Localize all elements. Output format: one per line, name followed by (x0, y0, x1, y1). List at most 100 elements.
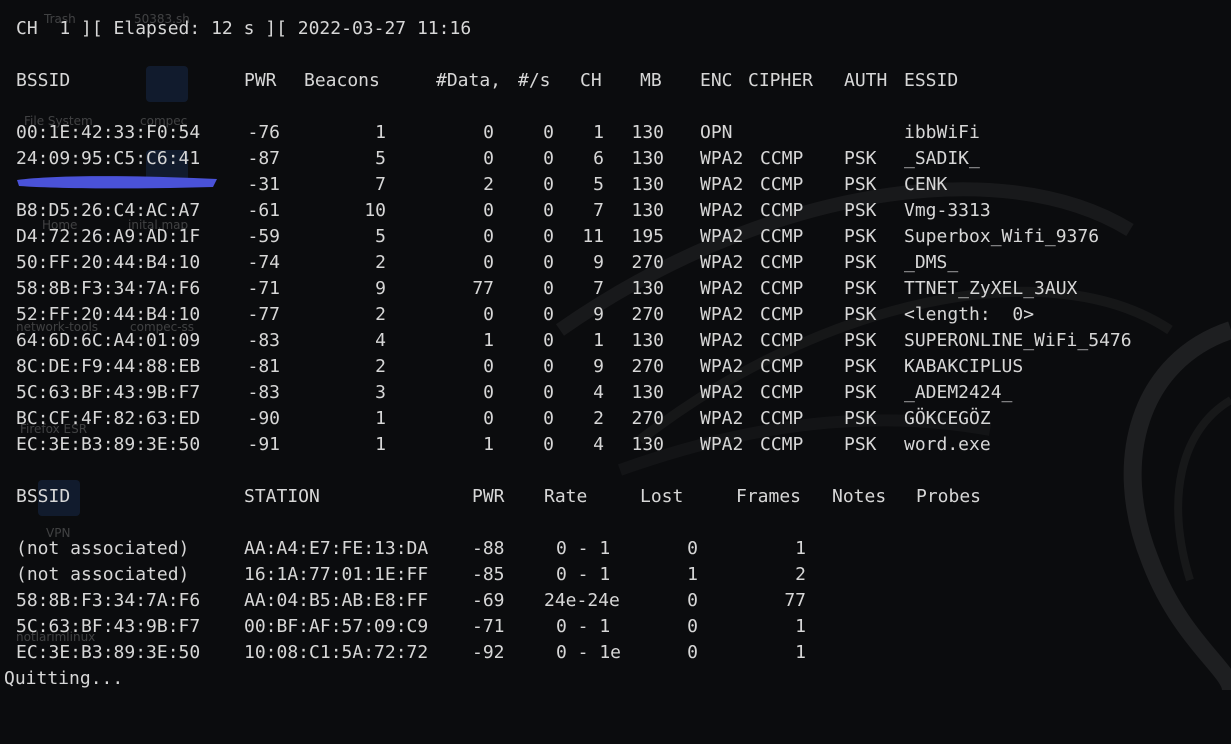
cell-essid: word.exe (904, 434, 991, 455)
cell-essid: Superbox_Wifi_9376 (904, 226, 1100, 247)
cell-bssid: EC:3E:B3:89:3E:50 (16, 642, 201, 663)
cell-frames: 1 (795, 616, 806, 637)
cell-essid: SUPERONLINE_WiFi_5476 (904, 330, 1132, 351)
cell-cipher: CCMP (760, 330, 804, 351)
cell-auth: PSK (844, 434, 877, 455)
col-notes: Notes (832, 486, 887, 507)
col-rate: #/s (518, 70, 551, 91)
station-table-header: BSSID STATION PWR Rate Lost Frames Notes… (0, 484, 1231, 510)
cell-mb: 270 (631, 252, 664, 273)
cell-mb: 270 (631, 408, 664, 429)
cell-cipher: CCMP (760, 304, 804, 325)
cell-essid: _ADEM2424_ (904, 382, 1013, 403)
col-ch: CH (580, 70, 602, 91)
cell-auth: PSK (844, 304, 877, 325)
cell-mb: 130 (631, 200, 664, 221)
ap-row: 00:1E:42:33:F0:54 -76 1 0 0 1 130 OPN ibbWiFi (0, 120, 1231, 146)
cell-enc: WPA2 (700, 226, 744, 247)
ap-row: 58:8B:F3:34:7A:F6 -71 9 77 0 7 130 WPA2 CCMP PSK T… (0, 276, 1231, 302)
cell-mb: 130 (631, 148, 664, 169)
col-pwr: PWR (472, 486, 505, 507)
cell-essid: CENK (904, 174, 948, 195)
cell-auth: PSK (844, 356, 877, 377)
cell-auth: PSK (844, 252, 877, 273)
cell-auth: PSK (844, 408, 877, 429)
status-line: CH 1 ][ Elapsed: 12 s ][ 2022-03-27 11:1… (16, 18, 472, 39)
col-cipher: CIPHER (748, 70, 814, 91)
cell-enc: WPA2 (700, 278, 744, 299)
cell-cipher: CCMP (760, 226, 804, 247)
cell-enc: WPA2 (700, 434, 744, 455)
cell-frames: 1 (795, 642, 806, 663)
col-pwr: PWR (244, 70, 277, 91)
ap-row: B8:D5:26:C4:AC:A7 -61 10 0 0 7 130 WPA2 CCMP PSK V… (0, 198, 1231, 224)
cell-enc: OPN (700, 122, 733, 143)
cell-mb: 195 (631, 226, 664, 247)
col-bssid: BSSID (16, 486, 71, 507)
cell-cipher: CCMP (760, 408, 804, 429)
col-auth: AUTH (844, 70, 888, 91)
col-beacons: Beacons (304, 70, 380, 91)
cell-frames: 2 (795, 564, 806, 585)
cell-cipher: CCMP (760, 200, 804, 221)
ap-row: 52:FF:20:44:B4:10 -77 2 0 0 9 270 WPA2 CCMP PSK <l… (0, 302, 1231, 328)
cell-cipher: CCMP (760, 382, 804, 403)
ap-table-header: BSSID PWR Beacons #Data, #/s CH MB ENC C… (0, 68, 1231, 94)
cell-essid: _SADIK_ (904, 148, 980, 169)
cell-mb: 130 (631, 382, 664, 403)
cell-enc: WPA2 (700, 330, 744, 351)
ap-row: BC:CF:4F:82:63:ED -90 1 0 0 2 270 WPA2 CCMP PSK GÖ… (0, 406, 1231, 432)
cell-auth: PSK (844, 226, 877, 247)
cell-essid: KABAKCIPLUS (904, 356, 1024, 377)
cell-auth: PSK (844, 200, 877, 221)
col-station: STATION (244, 486, 320, 507)
cell-frames: 77 (784, 590, 806, 611)
ap-row: 24:09:95:C5:C6:41 -87 5 0 0 6 130 WPA2 CCMP PSK _S… (0, 146, 1231, 172)
cell-station: 10:08:C1:5A:72:72 (244, 642, 429, 663)
cell-enc: WPA2 (700, 200, 744, 221)
cell-auth: PSK (844, 382, 877, 403)
cell-cipher: CCMP (760, 174, 804, 195)
cell-station: AA:04:B5:AB:E8:FF (244, 590, 429, 611)
ap-row: 64:6D:6C:A4:01:09 -83 4 1 0 1 130 WPA2 CCMP PSK SU… (0, 328, 1231, 354)
redaction-scribble (17, 176, 217, 189)
ap-row: D4:72:26:A9:AD:1F -59 5 0 0 11 195 WPA2 CCMP PSK S… (0, 224, 1231, 250)
col-lost: Lost (640, 486, 684, 507)
cell-essid: Vmg-3313 (904, 200, 991, 221)
cell-mb: 130 (631, 434, 664, 455)
cell-enc: WPA2 (700, 304, 744, 325)
cell-bssid: 58:8B:F3:34:7A:F6 (16, 590, 201, 611)
cell-enc: WPA2 (700, 174, 744, 195)
cell-essid: TTNET_ZyXEL_3AUX (904, 278, 1078, 299)
cell-cipher: CCMP (760, 278, 804, 299)
cell-mb: 130 (631, 174, 664, 195)
cell-enc: WPA2 (700, 148, 744, 169)
cell-auth: PSK (844, 278, 877, 299)
col-bssid: BSSID (16, 70, 71, 91)
cell-essid: ibbWiFi (904, 122, 980, 143)
station-row: 58:8B:F3:34:7A:F6 AA:04:B5:AB:E8:FF -69 24e… (0, 588, 1231, 614)
cell-essid: _DMS_ (904, 252, 959, 273)
cell-enc: WPA2 (700, 382, 744, 403)
ap-row: 5C:63:BF:43:9B:F7 -83 3 0 0 4 130 WPA2 CCMP PSK _A… (0, 380, 1231, 406)
station-row: (not associated) AA:A4:E7:FE:13:DA -88 0 - … (0, 536, 1231, 562)
cell-essid: GÖKCEGÖZ (904, 408, 991, 429)
col-enc: ENC (700, 70, 733, 91)
cell-station: 00:BF:AF:57:09:C9 (244, 616, 429, 637)
cell-station: 16:1A:77:01:1E:FF (244, 564, 429, 585)
col-probes: Probes (916, 486, 982, 507)
col-mb: MB (640, 70, 662, 91)
col-essid: ESSID (904, 70, 959, 91)
cell-auth: PSK (844, 148, 877, 169)
cell-mb: 270 (631, 304, 664, 325)
terminal-output[interactable]: CH 1 ][ Elapsed: 12 s ][ 2022-03-27 11:1… (0, 0, 1231, 699)
ap-row: 50:FF:20:44:B4:10 -74 2 0 0 9 270 WPA2 CCMP PSK _D… (0, 250, 1231, 276)
ap-row: EC:3E:B3:89:3E:50 -91 1 1 0 4 130 WPA2 CCMP PSK wo… (0, 432, 1231, 458)
cell-essid: <length: 0> (904, 304, 1035, 325)
cell-cipher: CCMP (760, 148, 804, 169)
cell-cipher: CCMP (760, 434, 804, 455)
cell-bssid: 5C:63:BF:43:9B:F7 (16, 616, 201, 637)
quit-message: Quitting... (4, 668, 124, 689)
station-row: (not associated) 16:1A:77:01:1E:FF -85 0 - … (0, 562, 1231, 588)
cell-mb: 270 (631, 356, 664, 377)
